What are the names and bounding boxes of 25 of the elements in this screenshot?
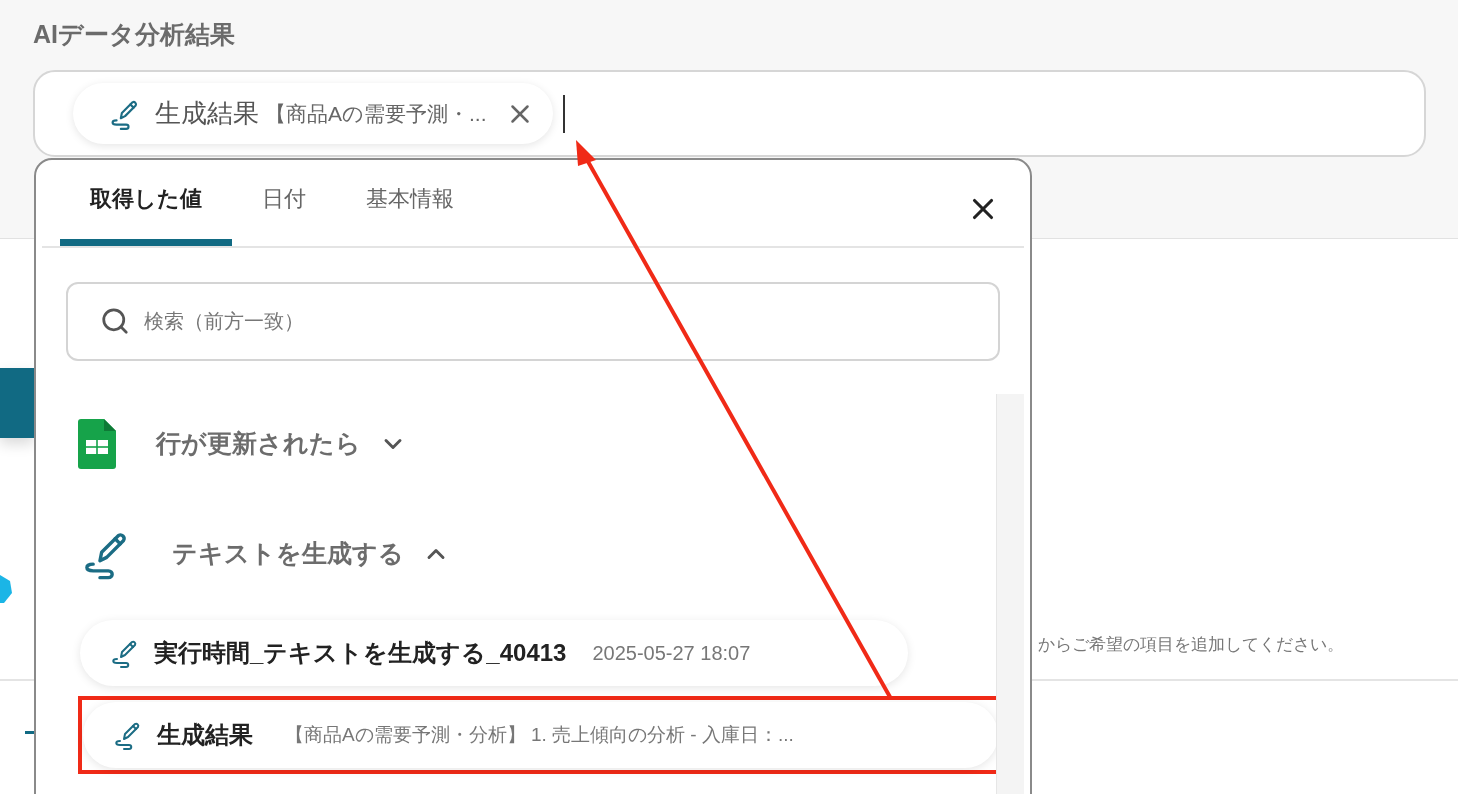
search-icon	[100, 306, 130, 336]
value-field[interactable]: 生成結果 【商品Aの需要予測・...	[33, 70, 1426, 157]
tab[interactable]: 取得した値	[60, 158, 232, 246]
text-cursor	[562, 94, 565, 133]
group-title: テキストを生成する	[172, 538, 404, 570]
spreadsheet-icon	[78, 419, 116, 469]
item-value: 【商品Aの需要予測・分析】 1. 売上傾向の分析 - 入庫日：...	[285, 722, 794, 747]
dash-mark	[25, 731, 35, 734]
item-value: 2025-05-27 18:07	[592, 641, 751, 666]
tab[interactable]: 日付	[232, 158, 336, 246]
item-label: 実行時間_テキストを生成する_40413	[154, 638, 567, 668]
hint-text: からご希望の項目を追加してください。	[1038, 634, 1344, 657]
value-item[interactable]: 生成結果 【商品Aの需要予測・分析】 1. 売上傾向の分析 - 入庫日：...	[83, 702, 998, 768]
value-item[interactable]: 実行時間_テキストを生成する_40413 2025-05-27 18:07	[80, 620, 908, 686]
chip-label: 生成結果	[155, 97, 259, 130]
search-field[interactable]: 検索（前方一致）	[66, 282, 1000, 361]
group-header[interactable]: テキストを生成する	[36, 504, 460, 604]
section-title: AIデータ分析結果	[33, 19, 235, 50]
value-chip[interactable]: 生成結果 【商品Aの需要予測・...	[73, 83, 553, 144]
chip-value: 【商品Aの需要予測・...	[265, 100, 487, 127]
item-label: 生成結果	[157, 720, 253, 750]
group-header[interactable]: 行が更新されたら	[36, 394, 417, 494]
tab[interactable]: 基本情報	[336, 158, 484, 246]
group-title: 行が更新されたら	[156, 428, 361, 460]
pentagon-icon	[0, 573, 12, 603]
